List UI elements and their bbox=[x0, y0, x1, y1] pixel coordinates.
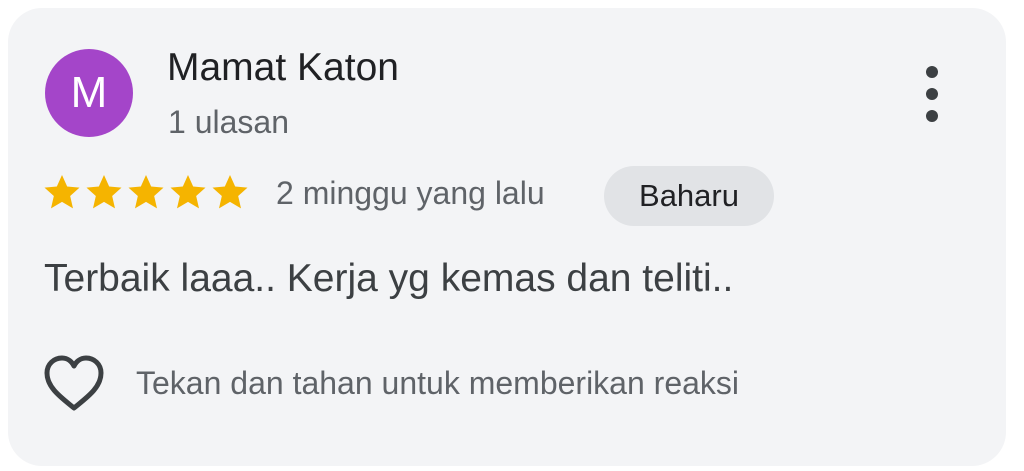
reviewer-name[interactable]: Mamat Katon bbox=[167, 46, 399, 90]
new-badge: Baharu bbox=[604, 166, 774, 226]
more-vert-icon-dot bbox=[926, 66, 938, 78]
star-icon bbox=[86, 175, 122, 209]
more-vert-icon-dot bbox=[926, 88, 938, 100]
star-icon bbox=[44, 175, 80, 209]
review-text: Terbaik laaa.. Kerja yg kemas dan teliti… bbox=[44, 257, 734, 300]
heart-outline-icon[interactable] bbox=[42, 354, 106, 414]
star-icon bbox=[128, 175, 164, 209]
star-icon bbox=[212, 175, 248, 209]
avatar[interactable]: M bbox=[45, 49, 133, 137]
star-icon bbox=[170, 175, 206, 209]
review-card: M Mamat Katon 1 ulasan 2 minggu yang lal… bbox=[8, 8, 1006, 466]
reviewer-review-count: 1 ulasan bbox=[168, 104, 289, 140]
reaction-hint[interactable]: Tekan dan tahan untuk memberikan reaksi bbox=[136, 365, 739, 402]
more-options-button[interactable] bbox=[912, 66, 952, 122]
star-rating bbox=[42, 172, 250, 212]
review-date: 2 minggu yang lalu bbox=[276, 175, 545, 211]
avatar-initial: M bbox=[70, 68, 108, 117]
more-vert-icon-dot bbox=[926, 110, 938, 122]
